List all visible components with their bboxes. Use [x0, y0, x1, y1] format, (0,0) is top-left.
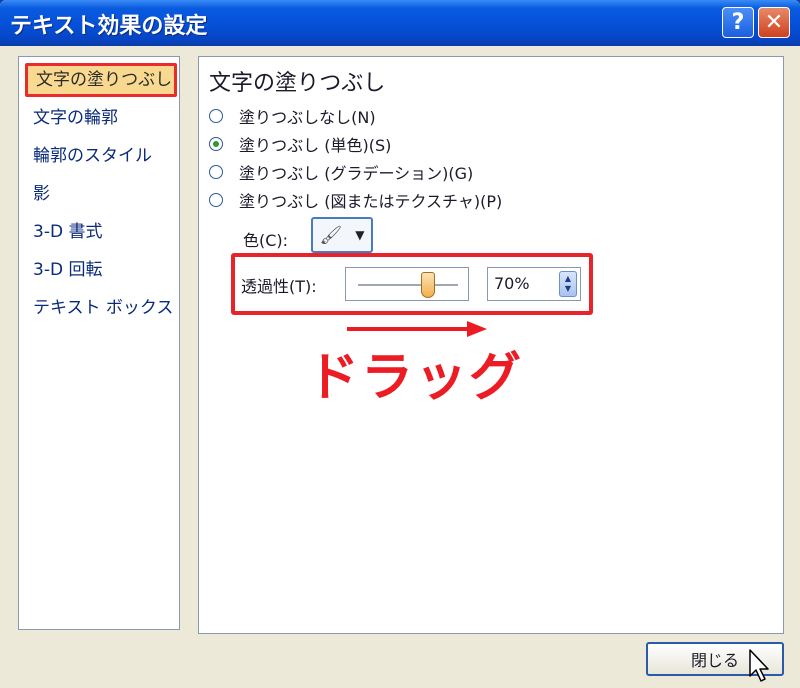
radio-no-fill[interactable]	[209, 109, 223, 123]
spin-up-icon[interactable]: ▲	[565, 274, 571, 284]
mouse-cursor-icon	[749, 649, 769, 682]
chevron-down-icon: ▼	[355, 228, 365, 242]
radio-picture-fill[interactable]	[209, 193, 223, 207]
option-picture-fill[interactable]: 塗りつぶし (図またはテクスチャ)(P)	[209, 187, 502, 213]
help-button[interactable]: ?	[722, 7, 754, 38]
close-window-button[interactable]: ✕	[758, 7, 790, 38]
sidebar-item-outline-style[interactable]: 輪郭のスタイル	[25, 139, 152, 173]
slider-thumb[interactable]	[421, 272, 435, 298]
title-bar[interactable]: テキスト効果の設定 ? ✕	[0, 0, 800, 46]
option-picture-fill-label: 塗りつぶし (図またはテクスチャ)(P)	[239, 192, 503, 211]
dialog-window: テキスト効果の設定 ? ✕ 文字の塗りつぶし 文字の輪郭 輪郭のスタイル 影 3…	[0, 0, 800, 688]
option-no-fill-label: 塗りつぶしなし(N)	[239, 108, 376, 127]
option-gradient-fill[interactable]: 塗りつぶし (グラデーション)(G)	[209, 159, 473, 185]
transparency-slider[interactable]	[345, 267, 469, 301]
color-label: 色(C):	[243, 231, 289, 250]
color-picker-button[interactable]: 🖌 ▼	[311, 217, 373, 253]
radio-gradient-fill[interactable]	[209, 165, 223, 179]
transparency-label: 透過性(T):	[241, 277, 317, 296]
sidebar-item-text-box[interactable]: テキスト ボックス	[25, 291, 173, 325]
drag-annotation-text: ドラッグ	[307, 348, 524, 408]
option-solid-fill[interactable]: 塗りつぶし (単色)(S)	[209, 131, 391, 157]
option-solid-fill-label: 塗りつぶし (単色)(S)	[239, 136, 392, 155]
sidebar-item-text-outline[interactable]: 文字の輪郭	[25, 101, 118, 135]
radio-solid-fill[interactable]	[209, 137, 223, 151]
spin-button[interactable]: ▲ ▼	[559, 271, 577, 297]
sidebar-item-3d-rotation[interactable]: 3-D 回転	[25, 253, 102, 287]
transparency-value: 70%	[494, 274, 530, 293]
sidebar-item-shadow[interactable]: 影	[25, 177, 50, 211]
panel-title: 文字の塗りつぶし	[209, 71, 386, 96]
sidebar-item-text-fill[interactable]: 文字の塗りつぶし	[25, 63, 177, 97]
slider-track[interactable]	[358, 284, 458, 286]
window-title: テキスト効果の設定	[10, 14, 208, 39]
option-no-fill[interactable]: 塗りつぶしなし(N)	[209, 103, 376, 129]
settings-panel: 文字の塗りつぶし 塗りつぶしなし(N) 塗りつぶし (単色)(S) 塗りつぶし …	[198, 56, 784, 634]
spin-down-icon[interactable]: ▼	[565, 284, 571, 294]
paint-bucket-icon: 🖌	[319, 224, 343, 246]
sidebar: 文字の塗りつぶし 文字の輪郭 輪郭のスタイル 影 3-D 書式 3-D 回転 テ…	[18, 56, 180, 630]
sidebar-item-3d-format[interactable]: 3-D 書式	[25, 215, 102, 249]
option-gradient-fill-label: 塗りつぶし (グラデーション)(G)	[239, 164, 474, 183]
transparency-input[interactable]: 70% ▲ ▼	[487, 267, 581, 301]
